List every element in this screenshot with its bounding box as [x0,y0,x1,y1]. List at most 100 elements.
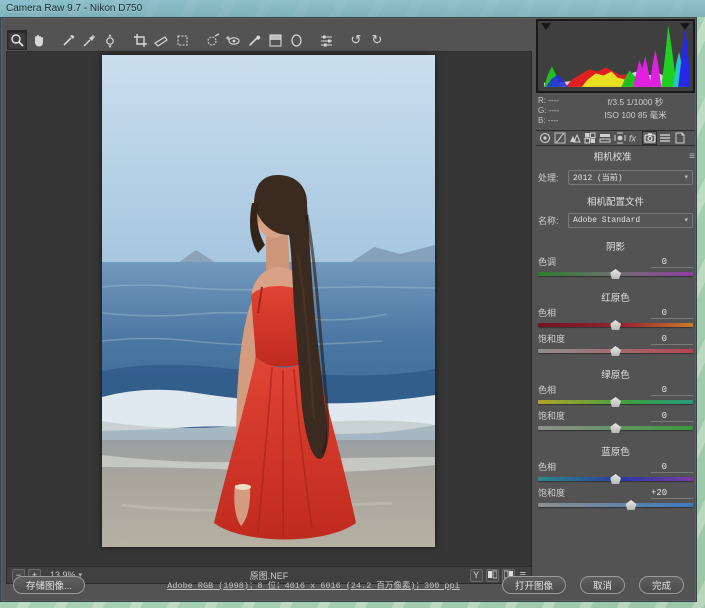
shadow-tint-label: 色调 [538,255,651,268]
tab-effects[interactable]: fx [627,131,642,145]
green-saturation-value[interactable]: 0 [651,411,693,422]
svg-text:fx: fx [629,134,637,144]
tab-camera-calibration[interactable] [642,131,657,145]
title-bar: Camera Raw 9.7 - Nikon D750 [0,0,705,17]
blue-hue-slider: 色相 0 [538,461,693,484]
tab-presets[interactable] [657,131,672,145]
right-panel: R: ---- G: ---- B: ---- f/3.5 1/1000 秒 I… [534,19,697,584]
photo-preview[interactable] [102,55,435,547]
blue-saturation-label: 饱和度 [538,486,651,499]
red-hue-slider: 色相 0 [538,307,693,330]
transform-tool-icon[interactable] [172,30,192,50]
shadow-clipping-icon[interactable] [541,23,551,30]
graduated-filter-tool-icon[interactable] [265,30,285,50]
blue-hue-thumb[interactable] [610,474,621,484]
blue-saturation-track[interactable] [538,503,693,507]
red-hue-thumb[interactable] [610,320,621,330]
iso-focal-info: ISO 100 85 毫米 [578,109,693,122]
spot-removal-tool-icon[interactable] [202,30,222,50]
image-preview-area[interactable]: − + 13.9% ▾ 原图.NEF Y ≡ [6,51,532,584]
red-hue-label: 色相 [538,306,651,319]
red-saturation-thumb[interactable] [610,346,621,356]
tab-basic[interactable] [537,131,552,145]
exposure-info: f/3.5 1/1000 秒 [578,96,693,109]
profile-name-label: 名称: [538,214,568,227]
section-green-primary: 绿原色 色相 0 饱和度 0 [536,367,695,433]
targeted-adjustment-tool-icon[interactable] [100,30,120,50]
adjustment-brush-tool-icon[interactable] [244,30,264,50]
open-image-button[interactable]: 打开图像 [502,576,566,594]
red-saturation-slider: 饱和度 0 [538,333,693,356]
green-hue-value[interactable]: 0 [651,385,693,396]
r-channel-value: ---- [548,96,559,105]
rotate-right-icon[interactable]: ↻ [367,30,387,50]
panel-menu-icon[interactable]: ≡ [689,151,695,162]
blue-saturation-thumb[interactable] [626,500,637,510]
zoom-tool-icon[interactable] [7,30,27,50]
radial-filter-tool-icon[interactable] [286,30,306,50]
process-label: 处理: [538,171,568,184]
red-eye-tool-icon[interactable] [223,30,243,50]
tab-tone-curve[interactable] [552,131,567,145]
window-title: Camera Raw 9.7 - Nikon D750 [6,3,142,14]
red-saturation-label: 饱和度 [538,332,651,345]
green-hue-thumb[interactable] [610,397,621,407]
section-red-primary-title: 红原色 [536,290,695,304]
green-hue-slider: 色相 0 [538,384,693,407]
tab-detail[interactable] [567,131,582,145]
b-channel-value: ---- [548,116,559,125]
bottom-bar: 存储图像... Adobe RGB (1998)；8 位；4016 x 6016… [1,569,696,601]
red-hue-value[interactable]: 0 [651,308,693,319]
b-channel-label: B: [538,116,546,125]
tab-split-toning[interactable] [597,131,612,145]
workflow-options-link[interactable]: Adobe RGB (1998)；8 位；4016 x 6016 (24.2 百… [161,579,466,591]
panel-title: 相机校准 [536,149,689,163]
blue-saturation-value[interactable]: +20 [651,488,693,499]
red-saturation-value[interactable]: 0 [651,334,693,345]
save-image-button[interactable]: 存储图像... [13,576,85,594]
panel-header: 相机校准 ≡ [536,147,695,165]
exif-info: R: ---- G: ---- B: ---- f/3.5 1/1000 秒 I… [536,93,695,128]
shadow-tint-slider: 色调 0 [538,256,693,279]
process-value: 2012 (当前) [573,172,684,183]
adjustment-tabs: fx [536,130,695,146]
process-dropdown-icon: ▾ [684,173,688,181]
tab-hsl-grayscale[interactable] [582,131,597,145]
profile-name-value: Adobe Standard [573,216,684,225]
preferences-icon[interactable] [316,30,336,50]
hand-tool-icon[interactable] [28,30,48,50]
crop-tool-icon[interactable] [130,30,150,50]
section-shadows: 阴影 色调 0 [536,239,695,279]
done-button[interactable]: 完成 [639,576,684,594]
section-blue-primary: 蓝原色 色相 0 饱和度 +20 [536,444,695,510]
histogram [536,19,695,93]
color-sampler-tool-icon[interactable] [79,30,99,50]
process-select[interactable]: 2012 (当前) ▾ [568,170,693,185]
straighten-tool-icon[interactable] [151,30,171,50]
profile-name-dropdown-icon: ▾ [684,216,688,224]
rotate-left-icon[interactable]: ↺ [346,30,366,50]
blue-saturation-slider: 饱和度 +20 [538,487,693,510]
section-blue-primary-title: 蓝原色 [536,444,695,458]
tab-snapshots[interactable] [672,131,687,145]
blue-hue-value[interactable]: 0 [651,462,693,473]
shadow-tint-thumb[interactable] [610,269,621,279]
green-saturation-thumb[interactable] [610,423,621,433]
profile-name-row: 名称: Adobe Standard ▾ [538,212,693,228]
white-balance-tool-icon[interactable] [58,30,78,50]
tab-lens-corrections[interactable] [612,131,627,145]
process-row: 处理: 2012 (当前) ▾ [538,169,693,185]
camera-raw-dialog: ↺ ↻ [0,17,697,602]
g-channel-value: ---- [549,106,560,115]
green-saturation-label: 饱和度 [538,409,651,422]
profile-name-select[interactable]: Adobe Standard ▾ [568,213,693,228]
cancel-button[interactable]: 取消 [580,576,625,594]
highlight-clipping-icon[interactable] [680,23,690,30]
shadow-tint-value[interactable]: 0 [651,257,693,268]
blue-hue-label: 色相 [538,460,651,473]
section-green-primary-title: 绿原色 [536,367,695,381]
g-channel-label: G: [538,106,546,115]
green-saturation-slider: 饱和度 0 [538,410,693,433]
green-hue-label: 色相 [538,383,651,396]
r-channel-label: R: [538,96,546,105]
